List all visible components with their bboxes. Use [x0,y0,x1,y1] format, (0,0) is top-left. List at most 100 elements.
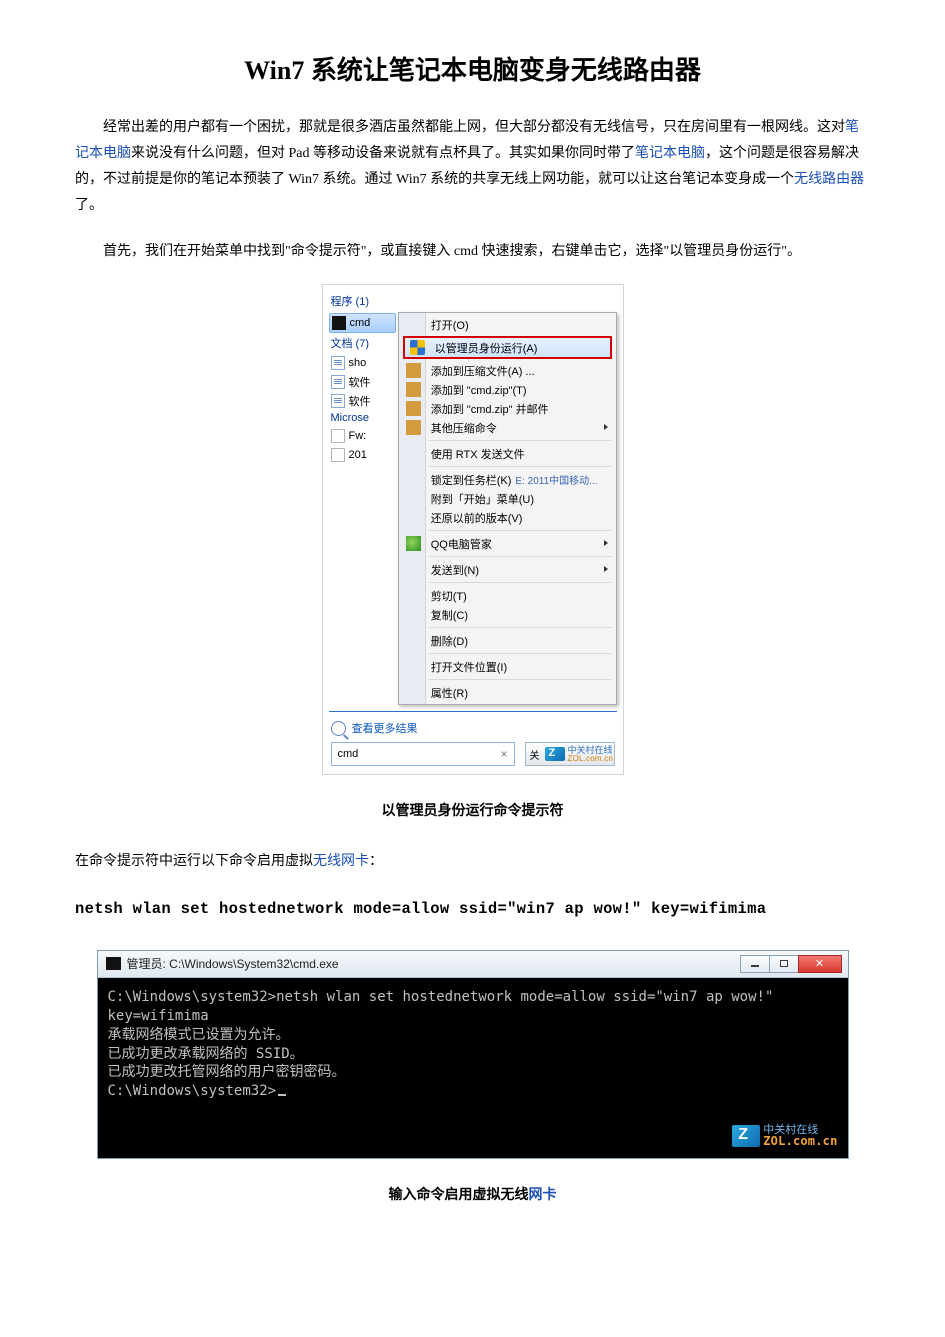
text: 输入命令启用虚拟无线 [389,1188,529,1203]
menu-other-compress[interactable]: 其他压缩命令 [401,418,614,437]
menu-label: 还原以前的版本(V) [431,510,523,526]
menu-restore-version[interactable]: 还原以前的版本(V) [401,508,614,527]
menu-add-archive[interactable]: 添加到压缩文件(A) ... [401,361,614,380]
page-title: Win7 系统让笔记本电脑变身无线路由器 [75,50,870,87]
menu-add-mail[interactable]: 添加到 "cmd.zip" 并邮件 [401,399,614,418]
command-line: netsh wlan set hostednetwork mode=allow … [75,895,870,924]
result-label: 软件 [349,374,371,390]
menu-open-location[interactable]: 打开文件位置(I) [401,657,614,676]
menu-label: 删除(D) [431,633,468,649]
term-line: key=wifimima [108,1007,838,1026]
result-item[interactable]: Fw: [329,427,396,445]
menu-add-cmdzip[interactable]: 添加到 "cmd.zip"(T) [401,380,614,399]
shutdown-button[interactable]: 关 中关村在线 ZOL.com.cn [525,742,615,766]
term-line: 已成功更改托管网络的用户密钥密码。 [108,1063,838,1082]
zol-logo-icon [732,1125,760,1147]
step-paragraph-2: 在命令提示符中运行以下命令启用虚拟无线网卡： [75,849,870,875]
screenshot-start-menu: 程序 (1) cmd 文档 (7) sho 软件 软件 Microse Fw: … [322,284,624,775]
menu-copy[interactable]: 复制(C) [401,605,614,624]
result-label: 软件 [349,393,371,409]
archive-icon [406,420,421,435]
menu-properties[interactable]: 属性(R) [401,683,614,702]
menu-label: 以管理员身份运行(A) [435,340,538,356]
archive-icon [406,363,421,378]
document-icon [331,356,345,370]
intro-paragraph: 经常出差的用户都有一个困扰，那就是很多酒店虽然都能上网，但大部分都没有无线信号，… [75,115,870,219]
menu-label: 剪切(T) [431,588,467,604]
section-documents: 文档 (7) [331,335,396,351]
chevron-right-icon [604,540,608,546]
result-label: sho [349,357,367,369]
file-icon [331,448,345,462]
menu-cut[interactable]: 剪切(T) [401,586,614,605]
side-note: E: 2011中国移动... [515,472,597,487]
result-doc[interactable]: sho [329,354,396,372]
result-cmd[interactable]: cmd [329,313,396,333]
file-icon [331,429,345,443]
result-item[interactable]: 201 [329,446,396,464]
menu-label: 属性(R) [431,685,468,701]
window-titlebar[interactable]: 管理员: C:\Windows\System32\cmd.exe [98,951,848,978]
menu-pin-start[interactable]: 附到「开始」菜单(U) [401,489,614,508]
zol-watermark: 中关村在线 ZOL.com.cn [729,1124,837,1148]
document-icon [331,394,345,408]
term-line: 承载网络模式已设置为允许。 [108,1026,838,1045]
shield-icon [410,340,425,355]
menu-label: 添加到压缩文件(A) ... [431,363,535,379]
link-wireless-card[interactable]: 无线网卡 [313,854,369,869]
zol-logo-icon [545,747,565,761]
archive-icon [406,401,421,416]
menu-label: 发送到(N) [431,562,479,578]
cmd-icon [332,316,346,330]
menu-label: 添加到 "cmd.zip" 并邮件 [431,401,549,417]
menu-label: 添加到 "cmd.zip"(T) [431,382,527,398]
archive-icon [406,382,421,397]
result-label: cmd [350,317,371,329]
maximize-button[interactable] [769,955,799,973]
menu-label: 锁定到任务栏(K) [431,472,512,488]
menu-send-to[interactable]: 发送到(N) [401,560,614,579]
menu-label: 其他压缩命令 [431,420,497,436]
menu-rtx-send[interactable]: 使用 RTX 发送文件 [401,444,614,463]
close-button[interactable] [798,955,842,973]
window-title: 管理员: C:\Windows\System32\cmd.exe [127,955,339,972]
result-doc[interactable]: 软件 [329,373,396,391]
link-router[interactable]: 无线路由器 [794,172,864,187]
result-doc[interactable]: 软件 [329,392,396,410]
text: ： [369,854,383,869]
menu-open[interactable]: 打开(O) [401,315,614,334]
minimize-button[interactable] [740,955,770,973]
menu-qq-guard[interactable]: QQ电脑管家 [401,534,614,553]
result-label: 201 [349,449,367,461]
link-laptop-2[interactable]: 笔记本电脑 [635,146,705,161]
menu-pin-taskbar[interactable]: 锁定到任务栏(K)E: 2011中国移动... [401,470,614,489]
figure-caption-1: 以管理员身份运行命令提示符 [75,799,870,825]
menu-label: 使用 RTX 发送文件 [431,446,525,462]
menu-run-as-admin[interactable]: 以管理员身份运行(A) [403,336,612,359]
text: 在命令提示符中运行以下命令启用虚拟 [75,854,313,869]
more-results-label: 查看更多结果 [352,720,418,736]
terminal-output[interactable]: C:\Windows\system32>netsh wlan set hoste… [98,978,848,1158]
chevron-right-icon [604,424,608,430]
menu-label: 附到「开始」菜单(U) [431,491,534,507]
menu-label: QQ电脑管家 [431,536,492,552]
figure-caption-2: 输入命令启用虚拟无线网卡 [75,1183,870,1209]
shutdown-label: 关 [526,747,542,762]
menu-delete[interactable]: 删除(D) [401,631,614,650]
chevron-right-icon [604,566,608,572]
see-more-results[interactable]: 查看更多结果 [331,720,617,736]
search-value: cmd [338,748,359,760]
step-paragraph: 首先，我们在开始菜单中找到"命令提示符"，或直接键入 cmd 快速搜索，右键单击… [75,239,870,265]
screenshot-cmd-window: 管理员: C:\Windows\System32\cmd.exe C:\Wind… [97,950,849,1159]
term-line: C:\Windows\system32>netsh wlan set hoste… [108,988,838,1007]
zol-url: ZOL.com.cn [568,755,614,763]
term-line: 已成功更改承载网络的 SSID。 [108,1045,838,1064]
clear-icon[interactable]: × [500,747,507,761]
search-input[interactable]: cmd × [331,742,515,766]
link-nic[interactable]: 网卡 [529,1188,557,1203]
menu-label: 复制(C) [431,607,468,623]
text: 经常出差的用户都有一个困扰，那就是很多酒店虽然都能上网，但大部分都没有无线信号，… [103,120,845,135]
qq-icon [406,536,421,551]
zol-watermark: 中关村在线 ZOL.com.cn [568,746,614,764]
menu-label: 打开文件位置(I) [431,659,507,675]
